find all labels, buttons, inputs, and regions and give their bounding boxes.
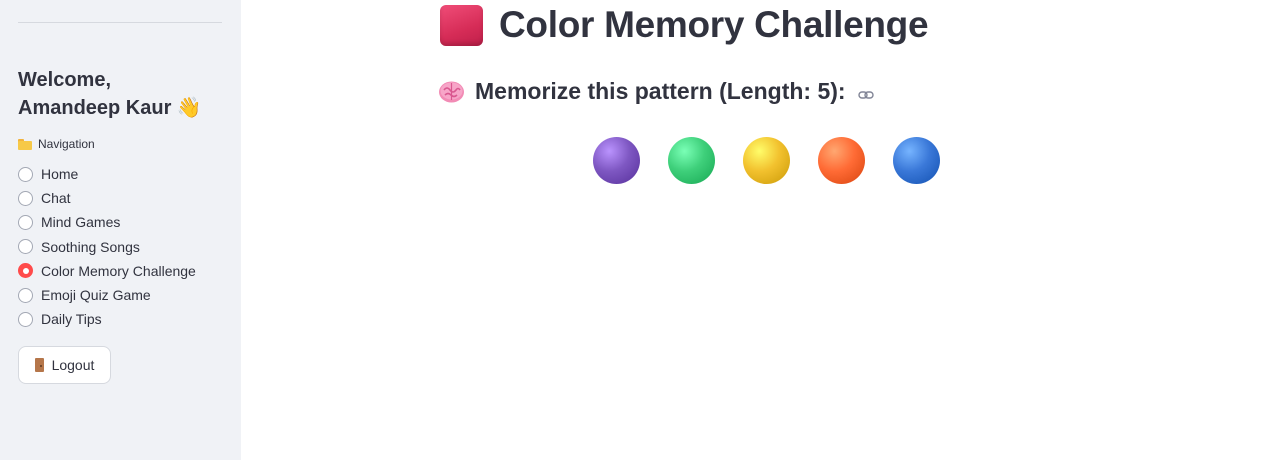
welcome-heading: Welcome, Amandeep Kaur 👋 (18, 66, 228, 122)
brain-icon (438, 80, 465, 104)
navigation-radio-group: Home Chat Mind Games Soothing Songs Color Me… (18, 162, 196, 331)
navigation-label: Navigation (18, 137, 95, 151)
radio-unselected-icon[interactable] (18, 311, 33, 327)
nav-radio-item[interactable]: Color Memory Challenge (18, 259, 196, 283)
color-ball-orange (818, 137, 865, 184)
navigation-label-text: Navigation (38, 137, 95, 151)
nav-radio-label: Color Memory Challenge (41, 262, 196, 279)
nav-radio-item[interactable]: Daily Tips (18, 307, 196, 331)
color-ball-yellow (743, 137, 790, 184)
folder-icon (18, 138, 32, 150)
color-ball-green (668, 137, 715, 184)
nav-radio-label: Home (41, 166, 79, 183)
radio-unselected-icon[interactable] (18, 214, 33, 230)
sidebar-divider (18, 22, 222, 23)
logout-label: Logout (51, 357, 95, 373)
nav-radio-item[interactable]: Soothing Songs (18, 235, 196, 259)
welcome-line-2: Amandeep Kaur 👋 (18, 97, 202, 119)
nav-radio-label: Mind Games (41, 214, 121, 231)
radio-unselected-icon[interactable] (18, 166, 33, 182)
color-pattern (593, 137, 940, 184)
anchor-link-icon[interactable] (857, 87, 874, 99)
radio-selected-icon[interactable] (18, 263, 33, 279)
radio-unselected-icon[interactable] (18, 287, 33, 303)
door-icon (34, 358, 44, 372)
sidebar: Welcome, Amandeep Kaur 👋 Navigation Home… (0, 0, 241, 460)
nav-radio-label: Soothing Songs (41, 238, 140, 255)
red-square-icon (440, 4, 483, 46)
nav-radio-item[interactable]: Mind Games (18, 210, 196, 234)
nav-radio-label: Emoji Quiz Game (41, 287, 151, 304)
color-ball-blue (893, 137, 940, 184)
color-ball-purple (593, 137, 640, 184)
nav-radio-label: Daily Tips (41, 311, 102, 328)
welcome-line-1: Welcome, (18, 69, 111, 91)
nav-radio-item[interactable]: Chat (18, 186, 196, 210)
pattern-header: Memorize this pattern (Length: 5): (438, 78, 874, 105)
nav-radio-label: Chat (41, 190, 71, 207)
page-title: Color Memory Challenge (499, 4, 929, 45)
radio-unselected-icon[interactable] (18, 190, 33, 206)
nav-radio-item[interactable]: Home (18, 162, 196, 186)
pattern-subtitle: Memorize this pattern (Length: 5): (475, 78, 846, 104)
radio-unselected-icon[interactable] (18, 239, 33, 255)
logout-button[interactable]: Logout (18, 346, 111, 384)
nav-radio-item[interactable]: Emoji Quiz Game (18, 283, 196, 307)
page-header: Color Memory Challenge (440, 4, 929, 46)
